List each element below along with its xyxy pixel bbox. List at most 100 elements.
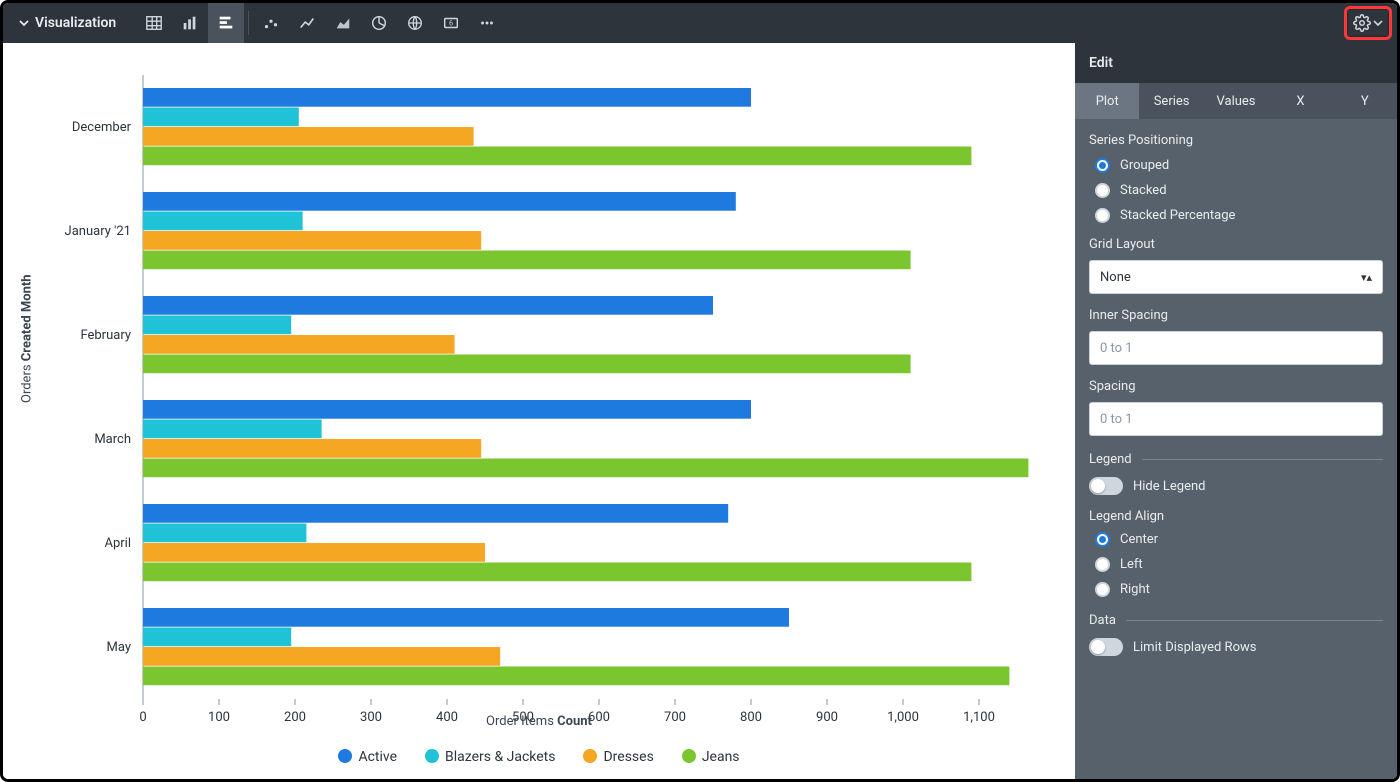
legend-item[interactable]: Jeans	[682, 749, 740, 765]
gear-icon	[1353, 14, 1371, 32]
svg-text:400: 400	[436, 710, 458, 725]
svg-text:700: 700	[664, 710, 686, 725]
svg-text:900: 900	[816, 710, 838, 725]
radio-icon	[1095, 532, 1110, 547]
x-axis-title: Order Items Count	[486, 714, 592, 729]
vis-type-area-chart-icon[interactable]	[325, 3, 361, 43]
bar[interactable]	[143, 563, 971, 582]
vis-type-line-chart-icon[interactable]	[289, 3, 325, 43]
vis-type-bar-chart-icon[interactable]	[208, 3, 244, 43]
svg-text:6: 6	[449, 19, 453, 28]
edit-panel: Edit PlotSeriesValuesXY Series Positioni…	[1075, 43, 1397, 779]
vis-type-scatter-chart-icon[interactable]	[253, 3, 289, 43]
vis-type-pie-chart-icon[interactable]	[361, 3, 397, 43]
edit-tab-y[interactable]: Y	[1333, 83, 1397, 119]
bar-chart: 01002003004005006007008009001,0001,100De…	[3, 43, 1075, 782]
legend-swatch-icon	[583, 749, 597, 763]
pie-chart-icon	[370, 14, 388, 32]
svg-text:200: 200	[284, 710, 306, 725]
vis-type-column-chart-icon[interactable]	[172, 3, 208, 43]
svg-text:January '21: January '21	[65, 224, 131, 239]
legend-align-option-center[interactable]: Center	[1095, 532, 1383, 547]
select-arrows-icon: ▾▴	[1361, 271, 1372, 284]
svg-text:800: 800	[740, 710, 762, 725]
spacing-label: Spacing	[1089, 379, 1383, 394]
edit-tab-values[interactable]: Values	[1204, 83, 1268, 119]
legend-item[interactable]: Blazers & Jackets	[425, 749, 555, 765]
visualization-section-toggle[interactable]: Visualization	[11, 15, 124, 31]
svg-text:100: 100	[208, 710, 230, 725]
vis-type-map-icon[interactable]	[397, 3, 433, 43]
bar[interactable]	[143, 608, 789, 627]
bar[interactable]	[143, 127, 474, 146]
edit-tab-plot[interactable]: Plot	[1075, 83, 1139, 119]
edit-tab-x[interactable]: X	[1268, 83, 1332, 119]
edit-tabs: PlotSeriesValuesXY	[1075, 83, 1397, 119]
svg-text:April: April	[104, 536, 131, 551]
legend-align-label: Legend Align	[1089, 509, 1383, 524]
area-chart-icon	[334, 14, 352, 32]
bar[interactable]	[143, 108, 299, 127]
svg-text:300: 300	[360, 710, 382, 725]
legend-item[interactable]: Active	[338, 749, 397, 765]
inner-spacing-input[interactable]	[1089, 331, 1383, 365]
limit-displayed-rows-toggle[interactable]	[1089, 638, 1123, 656]
chevron-down-icon	[1373, 18, 1383, 28]
radio-icon	[1095, 158, 1110, 173]
bar[interactable]	[143, 355, 911, 374]
settings-gear-button[interactable]	[1344, 6, 1392, 40]
legend-align-option-right[interactable]: Right	[1095, 582, 1383, 597]
bar[interactable]	[143, 524, 306, 543]
vis-type-single-value-icon[interactable]: 6	[433, 3, 469, 43]
bar[interactable]	[143, 192, 736, 211]
legend-section-label: Legend	[1089, 452, 1132, 467]
bar[interactable]	[143, 212, 303, 231]
scatter-chart-icon	[262, 14, 280, 32]
single-value-icon: 6	[442, 14, 460, 32]
vis-type-table-icon[interactable]	[136, 3, 172, 43]
bar[interactable]	[143, 251, 911, 270]
hide-legend-toggle[interactable]	[1089, 477, 1123, 495]
series-positioning-option-stacked-percentage[interactable]: Stacked Percentage	[1095, 208, 1383, 223]
radio-icon	[1095, 183, 1110, 198]
bar[interactable]	[143, 628, 291, 647]
bar[interactable]	[143, 335, 455, 354]
bar[interactable]	[143, 231, 481, 250]
series-positioning-option-grouped[interactable]: Grouped	[1095, 158, 1383, 173]
bar[interactable]	[143, 439, 481, 458]
bar[interactable]	[143, 420, 322, 439]
svg-text:March: March	[94, 432, 131, 447]
svg-text:December: December	[72, 120, 132, 135]
edit-tab-series[interactable]: Series	[1139, 83, 1203, 119]
radio-icon	[1095, 582, 1110, 597]
grid-layout-select[interactable]: None ▾▴	[1089, 260, 1383, 294]
series-positioning-option-stacked[interactable]: Stacked	[1095, 183, 1383, 198]
data-section-label: Data	[1089, 613, 1116, 628]
legend-item[interactable]: Dresses	[583, 749, 653, 765]
bar[interactable]	[143, 647, 500, 666]
bar[interactable]	[143, 296, 713, 315]
bar[interactable]	[143, 504, 728, 523]
inner-spacing-label: Inner Spacing	[1089, 308, 1383, 323]
visualization-toolbar: Visualization 6	[3, 3, 1397, 43]
bar[interactable]	[143, 400, 751, 419]
bar[interactable]	[143, 316, 291, 335]
vis-type-more-icon[interactable]	[469, 3, 505, 43]
legend-align-option-left[interactable]: Left	[1095, 557, 1383, 572]
bar[interactable]	[143, 459, 1028, 478]
hide-legend-label: Hide Legend	[1133, 479, 1205, 494]
chart-legend: Active Blazers & Jackets Dresses Jeans	[3, 749, 1075, 765]
grid-layout-label: Grid Layout	[1089, 237, 1383, 252]
edit-panel-header: Edit	[1075, 43, 1397, 83]
bar[interactable]	[143, 88, 751, 107]
map-icon	[406, 14, 424, 32]
svg-text:0: 0	[139, 710, 146, 725]
line-chart-icon	[298, 14, 316, 32]
bar[interactable]	[143, 543, 485, 562]
spacing-input[interactable]	[1089, 402, 1383, 436]
bar[interactable]	[143, 147, 971, 166]
toolbar-title: Visualization	[35, 15, 116, 31]
column-chart-icon	[181, 14, 199, 32]
chevron-down-icon	[19, 18, 29, 28]
bar[interactable]	[143, 667, 1009, 686]
